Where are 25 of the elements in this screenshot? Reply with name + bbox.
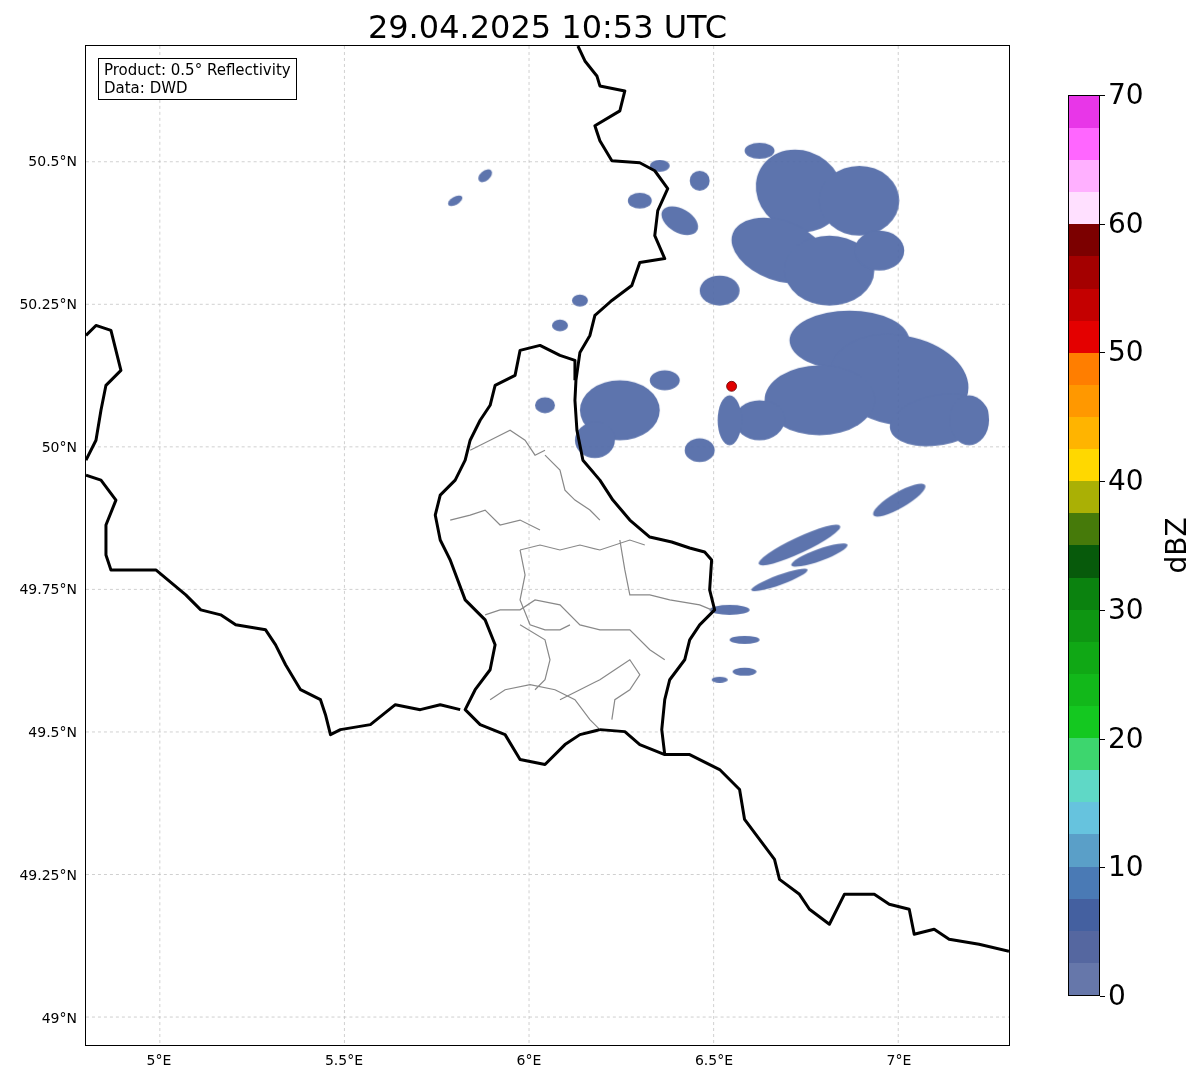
latitude-label: 50°N [41,438,77,455]
colorbar-tick-label: 60 [1108,209,1144,238]
colorbar-tick-label: 40 [1108,467,1144,496]
colorbar-tick-label: 70 [1108,81,1144,109]
colorbar-tick-label: 20 [1108,724,1144,753]
latitude-label: 50.25°N [19,295,77,312]
longitude-label: 6.5°E [694,1052,734,1068]
longitude-label: 5°E [146,1052,172,1068]
colorbar-tick-label: 10 [1108,853,1144,882]
longitude-label: 5.5°E [324,1052,364,1068]
legend-text: Data: DWD [104,79,189,97]
colorbar-label: dBZ [1159,517,1193,574]
colorbar-tick-label: 50 [1108,338,1144,367]
latitude-label: 49.75°N [19,581,77,598]
latitude-label: 49.5°N [28,724,77,741]
chart-title: 29.04.2025 10:53 UTC [367,9,728,45]
legend-text: Product: 0.5° Reflectivity [104,61,291,79]
latitude-label: 49°N [41,1010,77,1026]
longitude-label: 7°E [886,1052,912,1068]
latitude-label: 49.25°N [19,867,77,884]
longitude-label: 6°E [516,1052,542,1068]
colorbar-tick-label: 0 [1108,982,1126,1010]
radar-site-marker [726,380,737,392]
colorbar-tick-label: 30 [1108,595,1144,624]
latitude-label: 50.5°N [28,152,77,169]
